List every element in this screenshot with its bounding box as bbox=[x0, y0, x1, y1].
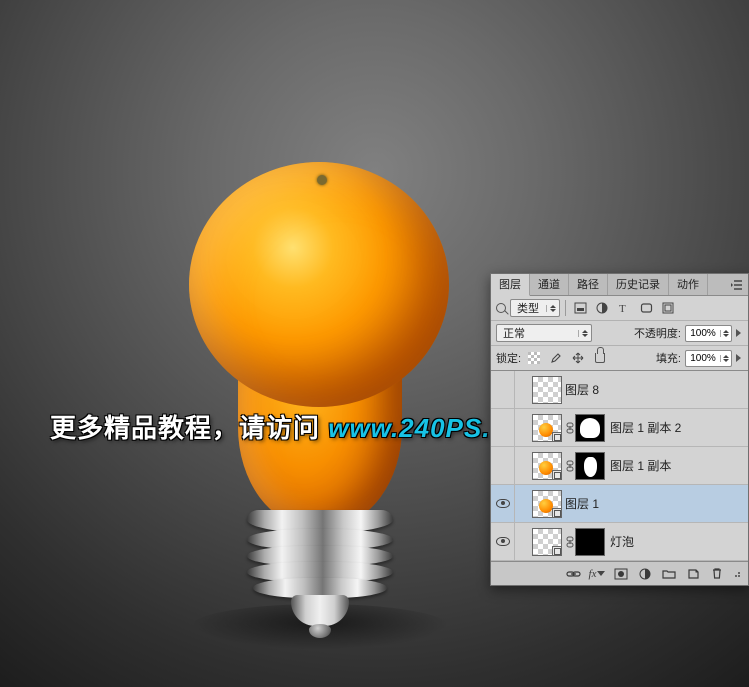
mask-link-icon[interactable] bbox=[565, 460, 575, 472]
smart-object-icon bbox=[552, 470, 562, 480]
spinner-arrows-icon bbox=[720, 330, 731, 337]
smart-object-icon bbox=[552, 432, 562, 442]
smart-object-icon bbox=[552, 546, 562, 556]
layer-name[interactable]: 图层 8 bbox=[565, 381, 599, 398]
spinner-arrows-icon bbox=[720, 355, 731, 362]
eye-icon bbox=[496, 499, 510, 508]
mask-link-icon[interactable] bbox=[565, 536, 575, 548]
layer-row[interactable]: 图层 1 副本 bbox=[491, 447, 748, 485]
layer-thumbnail[interactable] bbox=[532, 528, 562, 556]
artwork-orange-bulb bbox=[182, 162, 457, 642]
layer-row[interactable]: 图层 1 bbox=[491, 485, 748, 523]
layer-row[interactable]: 图层 1 副本 2 bbox=[491, 409, 748, 447]
lock-all-icon[interactable] bbox=[591, 349, 609, 367]
footer-group-icon[interactable] bbox=[658, 564, 680, 584]
tab-actions[interactable]: 动作 bbox=[669, 274, 708, 295]
layer-mask-thumbnail[interactable] bbox=[575, 452, 605, 480]
canvas-viewport[interactable]: 更多精品教程，请访问 www.240PS.com 图层 通道 路径 历史记录 动… bbox=[0, 0, 749, 687]
filter-pixel-icon[interactable] bbox=[571, 299, 589, 317]
tab-layers[interactable]: 图层 bbox=[491, 274, 530, 296]
fill-input[interactable] bbox=[686, 353, 720, 364]
mask-link-icon[interactable] bbox=[565, 422, 575, 434]
filter-kind-select[interactable]: 类型 bbox=[510, 299, 560, 317]
blend-mode-label: 正常 bbox=[500, 325, 528, 341]
watermark-text: 更多精品教程，请访问 www.240PS.com bbox=[50, 408, 547, 445]
tab-history[interactable]: 历史记录 bbox=[608, 274, 669, 295]
visibility-toggle[interactable] bbox=[491, 447, 515, 484]
hamburger-menu-icon bbox=[731, 280, 743, 290]
visibility-toggle[interactable] bbox=[491, 523, 515, 560]
tab-paths[interactable]: 路径 bbox=[569, 274, 608, 295]
layer-row[interactable]: 图层 8 bbox=[491, 371, 748, 409]
svg-text:T: T bbox=[619, 303, 626, 314]
layer-mask-thumbnail[interactable] bbox=[575, 528, 605, 556]
layer-thumbnail[interactable] bbox=[532, 490, 562, 518]
opacity-spinner[interactable] bbox=[685, 325, 732, 342]
footer-trash-icon[interactable] bbox=[706, 564, 728, 584]
lock-paint-icon[interactable] bbox=[547, 349, 565, 367]
watermark-prefix: 更多精品教程，请访问 bbox=[50, 413, 328, 443]
footer-adjust-icon[interactable] bbox=[634, 564, 656, 584]
opacity-label: 不透明度: bbox=[634, 325, 681, 341]
footer-fx-icon[interactable]: fx bbox=[586, 564, 608, 584]
footer-link-icon[interactable] bbox=[562, 564, 584, 584]
footer-resize-icon[interactable] bbox=[730, 564, 744, 584]
panel-footer: fx bbox=[491, 561, 748, 585]
lock-label: 锁定: bbox=[496, 350, 521, 366]
select-arrows-icon bbox=[546, 305, 556, 312]
search-icon bbox=[496, 303, 506, 313]
visibility-toggle[interactable] bbox=[491, 409, 515, 446]
layers-list: 图层 8 图层 1 副本 2 图层 1 副本图层 1 灯泡 bbox=[491, 371, 748, 561]
opacity-flyout-icon[interactable] bbox=[736, 329, 741, 337]
opacity-input[interactable] bbox=[686, 328, 720, 339]
footer-mask-icon[interactable] bbox=[610, 564, 632, 584]
layer-row[interactable]: 灯泡 bbox=[491, 523, 748, 561]
filter-row: 类型 T bbox=[491, 296, 748, 321]
filter-shape-icon[interactable] bbox=[637, 299, 655, 317]
fill-label: 填充: bbox=[656, 350, 681, 366]
visibility-toggle[interactable] bbox=[491, 485, 515, 522]
layer-name[interactable]: 图层 1 bbox=[565, 495, 599, 512]
filter-smart-icon[interactable] bbox=[659, 299, 677, 317]
blend-row: 正常 不透明度: bbox=[491, 321, 748, 346]
lock-row: 锁定: 填充: bbox=[491, 346, 748, 371]
fill-spinner[interactable] bbox=[685, 350, 732, 367]
fill-flyout-icon[interactable] bbox=[736, 354, 741, 362]
filter-kind-label: 类型 bbox=[514, 300, 542, 316]
layers-panel: 图层 通道 路径 历史记录 动作 类型 T 正常 bbox=[490, 273, 749, 586]
panel-tabs: 图层 通道 路径 历史记录 动作 bbox=[491, 274, 748, 296]
layer-name[interactable]: 图层 1 副本 bbox=[610, 457, 671, 474]
panel-menu-button[interactable] bbox=[726, 274, 748, 295]
tab-channels[interactable]: 通道 bbox=[530, 274, 569, 295]
layer-mask-thumbnail[interactable] bbox=[575, 414, 605, 442]
lock-move-icon[interactable] bbox=[569, 349, 587, 367]
layer-thumbnail[interactable] bbox=[532, 414, 562, 442]
filter-adjust-icon[interactable] bbox=[593, 299, 611, 317]
eye-icon bbox=[496, 537, 510, 546]
select-arrows-icon bbox=[578, 330, 588, 337]
filter-type-icon[interactable]: T bbox=[615, 299, 633, 317]
layer-thumbnail[interactable] bbox=[532, 452, 562, 480]
layer-thumbnail[interactable] bbox=[532, 376, 562, 404]
layer-name[interactable]: 灯泡 bbox=[610, 533, 634, 550]
smart-object-icon bbox=[552, 508, 562, 518]
footer-new-icon[interactable] bbox=[682, 564, 704, 584]
blend-mode-select[interactable]: 正常 bbox=[496, 324, 592, 342]
lock-trans-icon[interactable] bbox=[525, 349, 543, 367]
visibility-toggle[interactable] bbox=[491, 371, 515, 408]
layer-name[interactable]: 图层 1 副本 2 bbox=[610, 419, 681, 436]
